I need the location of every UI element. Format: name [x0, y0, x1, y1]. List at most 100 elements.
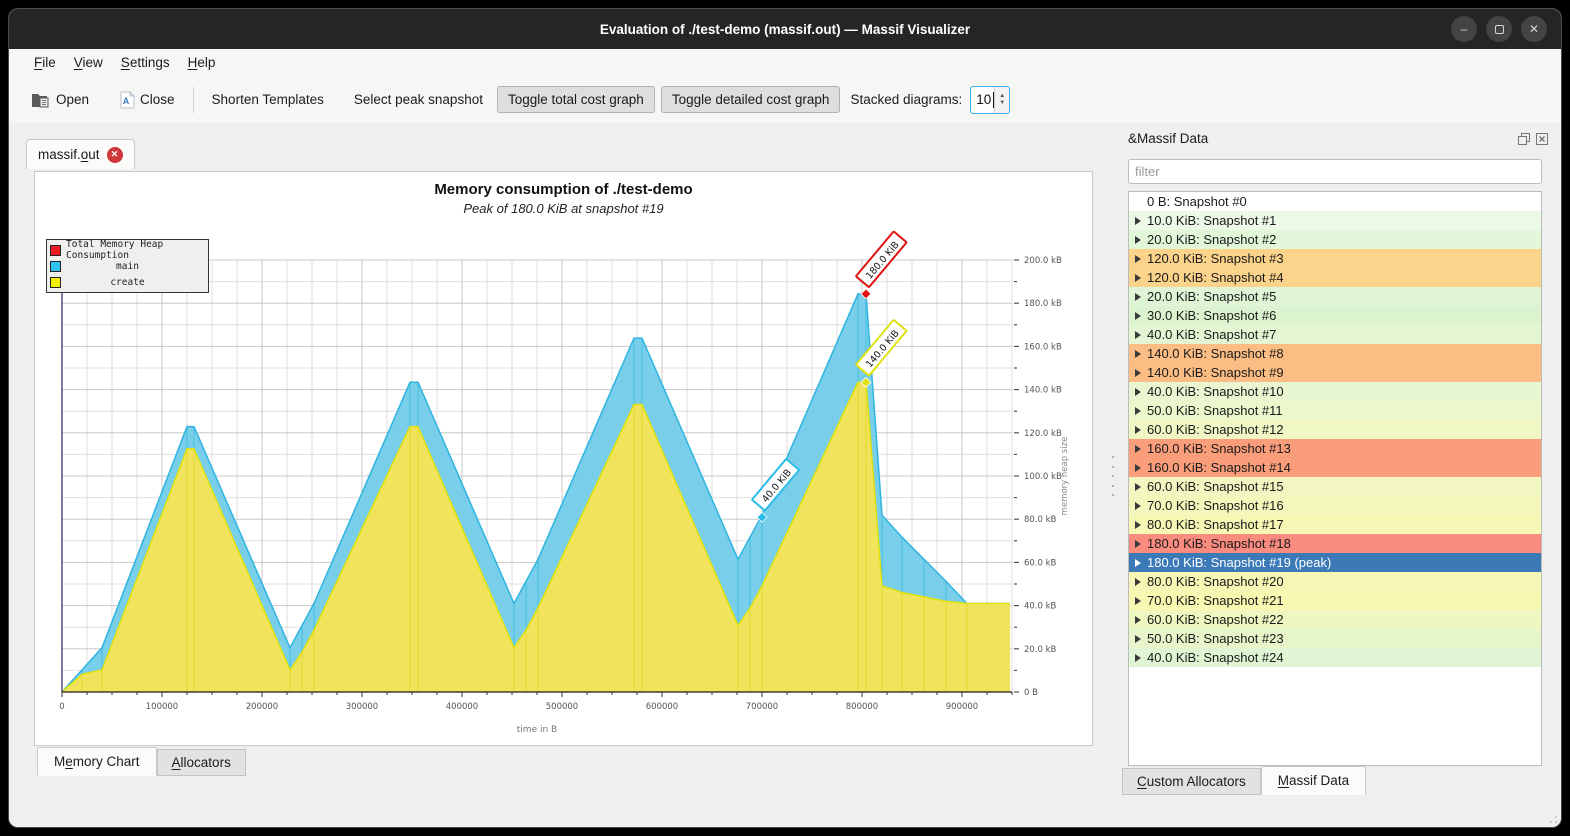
filter-input[interactable]: [1128, 159, 1542, 184]
close-file-button[interactable]: A Close: [111, 85, 183, 115]
close-file-icon: A: [119, 91, 135, 109]
snapshot-row-23[interactable]: 50.0 KiB: Snapshot #23: [1129, 629, 1541, 648]
menu-view[interactable]: View: [65, 52, 112, 73]
expander-icon[interactable]: [1129, 559, 1147, 567]
size-grip[interactable]: [1545, 811, 1557, 823]
stacked-diagrams-spinbox[interactable]: 10 ▲ ▼: [970, 86, 1010, 114]
spin-up-icon[interactable]: ▲: [999, 93, 1005, 100]
expander-icon[interactable]: [1129, 654, 1147, 662]
snapshot-row-18[interactable]: 180.0 KiB: Snapshot #18: [1129, 534, 1541, 553]
snapshot-label: 80.0 KiB: Snapshot #17: [1147, 517, 1284, 532]
expander-icon[interactable]: [1129, 388, 1147, 396]
snapshot-row-21[interactable]: 70.0 KiB: Snapshot #21: [1129, 591, 1541, 610]
snapshot-label: 30.0 KiB: Snapshot #6: [1147, 308, 1276, 323]
snapshot-row-16[interactable]: 70.0 KiB: Snapshot #16: [1129, 496, 1541, 515]
tab-massif-data[interactable]: Massif Data: [1261, 766, 1366, 795]
y-axis-title: memory heap size: [1060, 437, 1070, 516]
y-tick-label: 80.0 kB: [1024, 515, 1057, 525]
snapshot-row-24[interactable]: 40.0 KiB: Snapshot #24: [1129, 648, 1541, 667]
y-tick-label: 20.0 kB: [1024, 645, 1057, 655]
expander-icon[interactable]: [1129, 236, 1147, 244]
expander-icon[interactable]: [1129, 293, 1147, 301]
toggle-total-cost-button[interactable]: Toggle total cost graph: [497, 86, 655, 113]
snapshot-label: 180.0 KiB: Snapshot #18: [1147, 536, 1291, 551]
toggle-detailed-cost-button[interactable]: Toggle detailed cost graph: [661, 86, 841, 113]
snapshot-row-19[interactable]: 180.0 KiB: Snapshot #19 (peak): [1129, 553, 1541, 572]
spinbox-arrows[interactable]: ▲ ▼: [994, 87, 1009, 113]
snapshot-row-4[interactable]: 120.0 KiB: Snapshot #4: [1129, 268, 1541, 287]
expander-icon[interactable]: [1129, 540, 1147, 548]
expander-icon[interactable]: [1129, 312, 1147, 320]
snapshot-row-15[interactable]: 60.0 KiB: Snapshot #15: [1129, 477, 1541, 496]
snapshot-row-5[interactable]: 20.0 KiB: Snapshot #5: [1129, 287, 1541, 306]
x-tick-label: 900000: [946, 702, 978, 712]
snapshot-row-9[interactable]: 140.0 KiB: Snapshot #9: [1129, 363, 1541, 382]
snapshot-row-12[interactable]: 60.0 KiB: Snapshot #12: [1129, 420, 1541, 439]
expander-icon[interactable]: [1129, 616, 1147, 624]
expander-icon[interactable]: [1129, 274, 1147, 282]
snapshot-row-17[interactable]: 80.0 KiB: Snapshot #17: [1129, 515, 1541, 534]
expander-icon[interactable]: [1129, 464, 1147, 472]
x-tick-label: 600000: [646, 702, 678, 712]
tab-memory-chart[interactable]: Memory Chart: [37, 747, 157, 776]
expander-icon[interactable]: [1129, 255, 1147, 263]
chart-legend: Total Memory Heap Consumptionmaincreate: [46, 239, 209, 293]
expander-icon[interactable]: [1129, 597, 1147, 605]
expander-icon[interactable]: [1129, 217, 1147, 225]
snapshot-row-14[interactable]: 160.0 KiB: Snapshot #14: [1129, 458, 1541, 477]
shorten-templates-button[interactable]: Shorten Templates: [204, 86, 332, 113]
expander-icon[interactable]: [1129, 521, 1147, 529]
dock-close-icon[interactable]: [1535, 132, 1549, 146]
close-window-button[interactable]: ✕: [1521, 16, 1547, 42]
snapshot-row-10[interactable]: 40.0 KiB: Snapshot #10: [1129, 382, 1541, 401]
open-button[interactable]: Open: [23, 85, 97, 115]
snapshot-row-8[interactable]: 140.0 KiB: Snapshot #8: [1129, 344, 1541, 363]
expander-icon[interactable]: [1129, 426, 1147, 434]
menu-file[interactable]: File: [25, 52, 65, 73]
open-label: Open: [56, 92, 89, 107]
memory-chart-panel: 0100000200000300000400000500000600000700…: [34, 171, 1093, 746]
menu-help[interactable]: Help: [179, 52, 225, 73]
snapshot-row-22[interactable]: 60.0 KiB: Snapshot #22: [1129, 610, 1541, 629]
legend-item: main: [50, 258, 205, 274]
select-peak-label: Select peak snapshot: [354, 92, 483, 107]
expander-icon[interactable]: [1129, 350, 1147, 358]
titlebar[interactable]: Evaluation of ./test-demo (massif.out) —…: [9, 9, 1561, 49]
snapshot-row-3[interactable]: 120.0 KiB: Snapshot #3: [1129, 249, 1541, 268]
snapshot-label: 120.0 KiB: Snapshot #3: [1147, 251, 1284, 266]
legend-marker-icon: [50, 277, 61, 288]
snapshot-row-13[interactable]: 160.0 KiB: Snapshot #13: [1129, 439, 1541, 458]
snapshot-row-6[interactable]: 30.0 KiB: Snapshot #6: [1129, 306, 1541, 325]
tab-close-icon[interactable]: ✕: [107, 147, 123, 163]
menu-settings[interactable]: Settings: [112, 52, 179, 73]
maximize-button[interactable]: [1486, 16, 1512, 42]
view-tabbar: Memory ChartAllocators: [37, 747, 246, 776]
expander-icon[interactable]: [1129, 369, 1147, 377]
expander-icon[interactable]: [1129, 502, 1147, 510]
select-peak-snapshot-button[interactable]: Select peak snapshot: [346, 86, 491, 113]
svg-text:A: A: [123, 96, 130, 106]
spin-down-icon[interactable]: ▼: [999, 100, 1005, 107]
x-tick-label: 200000: [246, 702, 278, 712]
snapshot-row-1[interactable]: 10.0 KiB: Snapshot #1: [1129, 211, 1541, 230]
snapshot-row-7[interactable]: 40.0 KiB: Snapshot #7: [1129, 325, 1541, 344]
dock-float-icon[interactable]: [1517, 132, 1531, 146]
expander-icon[interactable]: [1129, 578, 1147, 586]
expander-icon[interactable]: [1129, 635, 1147, 643]
chart-subtitle: Peak of 180.0 KiB at snapshot #19: [35, 201, 1092, 216]
expander-icon[interactable]: [1129, 407, 1147, 415]
snapshot-list[interactable]: 0 B: Snapshot #010.0 KiB: Snapshot #120.…: [1128, 191, 1542, 766]
tab-allocators[interactable]: Allocators: [157, 749, 246, 776]
minimize-button[interactable]: –: [1451, 16, 1477, 42]
tab-custom-allocators[interactable]: Custom Allocators: [1122, 768, 1261, 795]
snapshot-row-11[interactable]: 50.0 KiB: Snapshot #11: [1129, 401, 1541, 420]
tab-massif-out[interactable]: massif.out ✕: [26, 139, 135, 169]
expander-icon[interactable]: [1129, 445, 1147, 453]
snapshot-row-0[interactable]: 0 B: Snapshot #0: [1129, 192, 1541, 211]
splitter-handle[interactable]: [1109, 456, 1117, 496]
expander-icon[interactable]: [1129, 331, 1147, 339]
expander-icon[interactable]: [1129, 483, 1147, 491]
snapshot-row-20[interactable]: 80.0 KiB: Snapshot #20: [1129, 572, 1541, 591]
snapshot-row-2[interactable]: 20.0 KiB: Snapshot #2: [1129, 230, 1541, 249]
snapshot-label: 140.0 KiB: Snapshot #8: [1147, 346, 1284, 361]
